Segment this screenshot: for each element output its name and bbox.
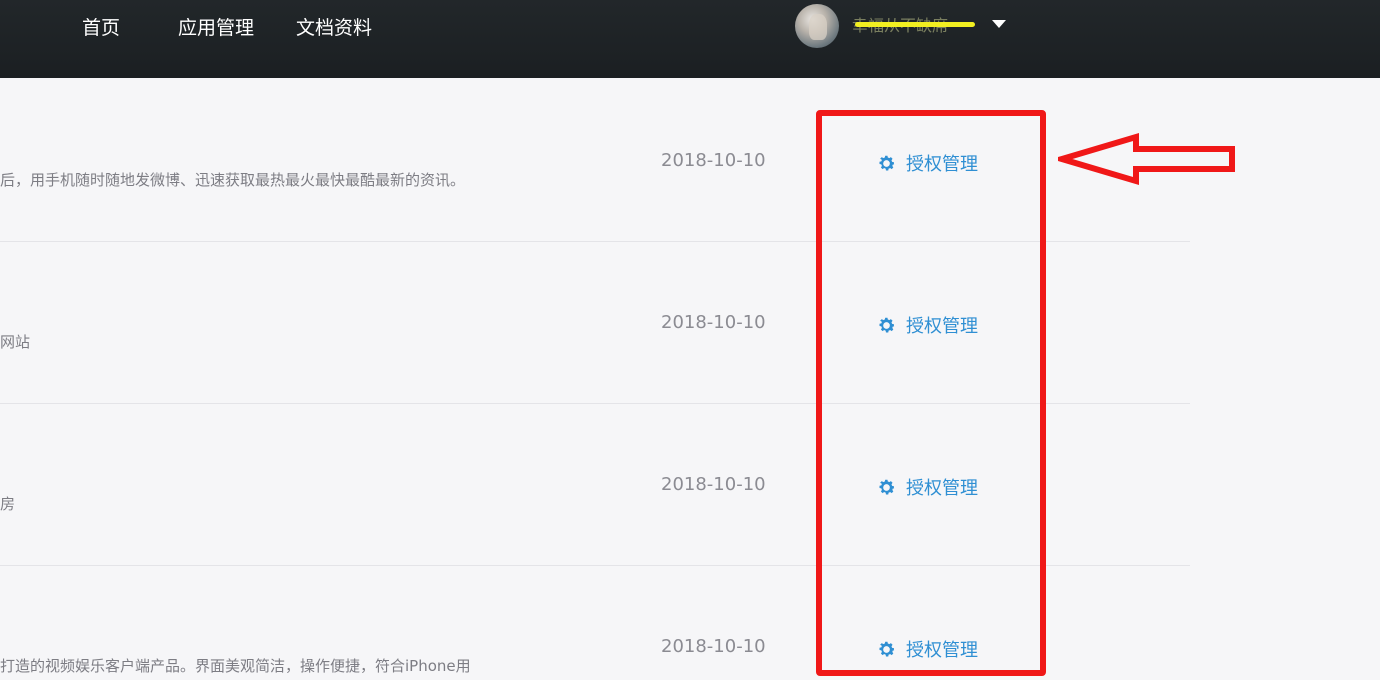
avatar-figure — [809, 14, 827, 40]
app-description: 后，用手机随时随地发微博、迅速获取最热最火最快最酷最新的资讯。 — [0, 171, 466, 189]
app-date: 2018-10-10 — [661, 474, 766, 495]
app-date: 2018-10-10 — [661, 636, 766, 657]
app-description: 网站 — [0, 333, 31, 351]
nav-app-management[interactable]: 应用管理 — [178, 13, 254, 40]
nav-home[interactable]: 首页 — [82, 13, 120, 40]
username-highlight — [855, 22, 975, 27]
top-navbar: 首页 应用管理 文档资料 幸福从不缺席 — [0, 0, 1380, 78]
nav-docs[interactable]: 文档资料 — [296, 13, 372, 40]
app-date: 2018-10-10 — [661, 312, 766, 333]
annotation-arrow-icon — [1058, 132, 1235, 186]
app-description: 打造的视频娱乐客户端产品。界面美观简洁，操作便捷，符合iPhone用 — [0, 657, 471, 675]
app-date: 2018-10-10 — [661, 150, 766, 171]
annotation-highlight-box — [816, 110, 1046, 676]
app-description: 房 — [0, 495, 16, 513]
chevron-down-icon[interactable] — [992, 20, 1006, 28]
avatar[interactable] — [795, 4, 839, 48]
